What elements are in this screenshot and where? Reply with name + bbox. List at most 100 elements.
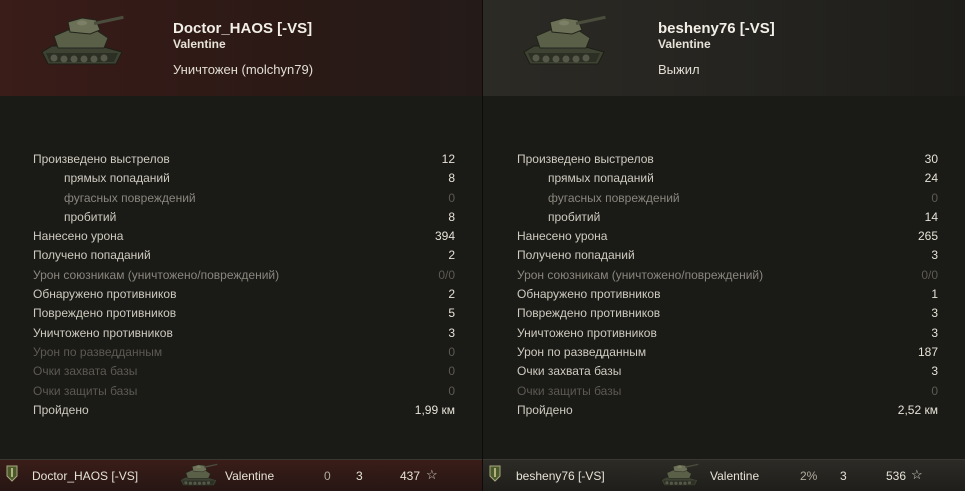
stat-row: Обнаружено противников 2 — [33, 285, 455, 304]
stat-row: Получено попаданий 3 — [517, 246, 938, 265]
stat-value: 0/0 — [438, 267, 455, 282]
tank-icon — [41, 15, 125, 65]
stat-row: Получено попаданий 2 — [33, 246, 455, 265]
shield-icon — [489, 465, 501, 482]
stat-value: 187 — [917, 344, 938, 359]
star-icon: ☆ — [426, 467, 438, 482]
stat-row: Урон по разведданным 187 — [517, 343, 938, 362]
stat-label: Нанесено урона — [517, 229, 608, 244]
stat-value: 3 — [931, 325, 938, 340]
stat-value: 5 — [448, 306, 455, 321]
footer-value-b: 3 — [356, 469, 363, 483]
stat-value: 0 — [448, 344, 455, 359]
footer-xp: 437 — [400, 469, 421, 483]
stat-value: 0 — [931, 190, 938, 205]
stat-value: 265 — [917, 229, 938, 244]
tank-icon — [661, 463, 699, 486]
stat-label: Очки защиты базы — [517, 383, 622, 398]
stat-value: 3 — [931, 248, 938, 263]
stat-row: пробитий 14 — [517, 208, 938, 227]
stat-value: 24 — [924, 171, 938, 186]
stat-row: Произведено выстрелов 30 — [517, 150, 938, 169]
stat-row: Пройдено 2,52 км — [517, 401, 938, 420]
player-name: Doctor_HAOS [-VS] — [173, 20, 313, 37]
stat-value: 12 — [441, 152, 455, 166]
stat-value: 8 — [448, 209, 455, 224]
footer-xp: 536 — [886, 469, 907, 483]
stat-label: фугасных повреждений — [548, 190, 680, 205]
stat-row: Урон по разведданным 0 — [33, 343, 455, 362]
stat-value: 14 — [924, 209, 938, 224]
stat-value: 3 — [448, 325, 455, 340]
stat-label: Повреждено противников — [33, 306, 177, 321]
stat-label: Урон союзникам (уничтожено/повреждений) — [517, 267, 764, 282]
player-header: besheny76 [-VS] Valentine Выжил — [483, 0, 965, 96]
player-footer[interactable]: besheny76 [-VS] Valentine 2% 3 536 ☆ — [483, 459, 965, 491]
stat-row: Повреждено противников 5 — [33, 304, 455, 323]
stat-row: Уничтожено противников 3 — [33, 324, 455, 343]
stat-row: Нанесено урона 394 — [33, 227, 455, 246]
player-header: Doctor_HAOS [-VS] Valentine Уничтожен (m… — [0, 0, 482, 96]
footer-value-a: 2% — [800, 469, 818, 483]
stat-row: Урон союзникам (уничтожено/повреждений) 0… — [517, 266, 938, 285]
stat-row: Очки захвата базы 0 — [33, 362, 455, 381]
shield-icon — [6, 465, 18, 482]
tank-name: Valentine — [173, 37, 226, 51]
stat-row: Очки захвата базы 3 — [517, 362, 938, 381]
footer-value-b: 3 — [840, 469, 847, 483]
footer-tank-name: Valentine — [710, 469, 760, 483]
stat-row: фугасных повреждений 0 — [517, 189, 938, 208]
stat-label: Урон по разведданным — [517, 344, 647, 359]
stat-row: прямых попаданий 24 — [517, 169, 938, 188]
tank-name: Valentine — [658, 37, 711, 51]
stat-value: 1,99 км — [414, 402, 455, 417]
stat-value: 0 — [931, 383, 938, 398]
player-name: besheny76 [-VS] — [658, 20, 775, 37]
stat-row: пробитий 8 — [33, 208, 455, 227]
stat-value: 2,52 км — [897, 402, 938, 417]
stat-value: 30 — [924, 152, 938, 166]
stat-row: фугасных повреждений 0 — [33, 189, 455, 208]
stat-value: 0 — [448, 190, 455, 205]
player-status: Выжил — [658, 62, 700, 77]
stat-value: 394 — [434, 229, 455, 244]
player-status: Уничтожен (molchyn79) — [173, 62, 314, 77]
footer-value-a: 0 — [324, 469, 331, 483]
footer-player-name: besheny76 [-VS] — [516, 469, 605, 483]
stat-value: 1 — [931, 287, 938, 302]
stat-label: Пройдено — [33, 402, 89, 417]
stat-label: Произведено выстрелов — [33, 152, 170, 166]
stat-row: Нанесено урона 265 — [517, 227, 938, 246]
stat-row: Очки защиты базы 0 — [33, 382, 455, 401]
stat-row: Очки защиты базы 0 — [517, 382, 938, 401]
stat-row: Произведено выстрелов 12 — [33, 150, 455, 169]
stat-label: Повреждено противников — [517, 306, 661, 321]
stats-list-left: Произведено выстрелов 12 прямых попаданий 8… — [33, 150, 455, 420]
stat-label: прямых попаданий — [548, 171, 654, 186]
stat-row: прямых попаданий 8 — [33, 169, 455, 188]
stat-value: 2 — [448, 248, 455, 263]
stat-value: 0 — [448, 364, 455, 379]
stat-label: фугасных повреждений — [64, 190, 196, 205]
stat-row: Пройдено 1,99 км — [33, 401, 455, 420]
stat-row: Уничтожено противников 3 — [517, 324, 938, 343]
stat-label: Уничтожено противников — [33, 325, 173, 340]
stat-label: Очки захвата базы — [33, 364, 138, 379]
stat-label: Пройдено — [517, 402, 573, 417]
stat-label: пробитий — [64, 209, 117, 224]
stat-row: Обнаружено противников 1 — [517, 285, 938, 304]
stat-label: Уничтожено противников — [517, 325, 657, 340]
stat-label: Обнаружено противников — [517, 287, 661, 302]
stat-value: 0/0 — [921, 267, 938, 282]
player-footer[interactable]: Doctor_HAOS [-VS] Valentine 0 3 437 ☆ — [0, 459, 482, 491]
star-icon: ☆ — [911, 467, 923, 482]
stat-row: Урон союзникам (уничтожено/повреждений) 0… — [33, 266, 455, 285]
tank-icon — [180, 463, 218, 486]
footer-player-name: Doctor_HAOS [-VS] — [32, 469, 139, 483]
stat-label: Обнаружено противников — [33, 287, 177, 302]
stat-value: 0 — [448, 383, 455, 398]
stat-row: Повреждено противников 3 — [517, 304, 938, 323]
stat-label: прямых попаданий — [64, 171, 170, 186]
stats-list-right: Произведено выстрелов 30 прямых попаданий 2… — [517, 150, 938, 420]
stat-label: Произведено выстрелов — [517, 152, 654, 166]
